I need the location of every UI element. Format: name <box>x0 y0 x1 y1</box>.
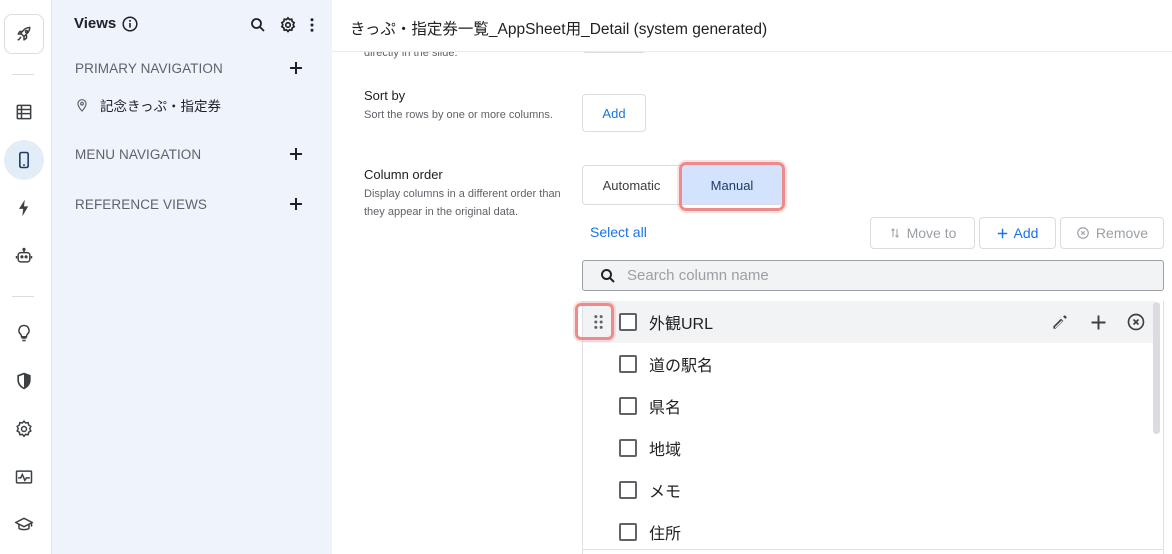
column-order-description: Display columns in a different order tha… <box>364 188 561 218</box>
row-checkbox[interactable] <box>619 397 637 415</box>
row-checkbox[interactable] <box>619 439 637 457</box>
list-divider <box>582 549 1164 550</box>
row-checkbox[interactable] <box>619 523 637 541</box>
add-column-label: Add <box>1013 225 1039 241</box>
page-title: きっぷ・指定券一覧_AppSheet用_Detail (system gener… <box>350 21 768 38</box>
column-row[interactable]: 住所 <box>583 511 1155 553</box>
views-panel: Views PRIMARY NAVIGATION 記念きっぷ・指定券 MENU … <box>52 0 332 554</box>
move-to-button[interactable]: Move to <box>870 217 975 249</box>
main-content: directly in the slide. きっぷ・指定券一覧_AppShee… <box>332 0 1172 554</box>
column-row[interactable]: 外観URL <box>583 301 1155 343</box>
section-reference-views: REFERENCE VIEWS <box>75 197 208 212</box>
appsheet-logo-icon[interactable] <box>4 14 44 54</box>
column-name: 県名 <box>649 400 682 417</box>
column-name: メモ <box>649 484 682 501</box>
section-primary-navigation: PRIMARY NAVIGATION <box>75 61 223 76</box>
location-pin-icon <box>77 99 87 112</box>
row-checkbox[interactable] <box>619 355 637 373</box>
views-icon[interactable] <box>4 140 44 180</box>
remove-circle-icon <box>1077 227 1089 239</box>
column-row[interactable]: 県名 <box>583 385 1155 427</box>
automation-icon[interactable] <box>4 188 44 228</box>
sort-by-label: Sort by <box>364 88 406 103</box>
section-menu-navigation: MENU NAVIGATION <box>75 147 202 162</box>
nav-item-label: 記念きっぷ・指定券 <box>100 99 221 114</box>
column-name: 地域 <box>649 442 682 459</box>
add-sort-button[interactable]: Add <box>582 94 646 132</box>
row-checkbox[interactable] <box>619 481 637 499</box>
column-name: 道の駅名 <box>649 358 714 375</box>
app-window: Views PRIMARY NAVIGATION 記念きっぷ・指定券 MENU … <box>0 0 1172 554</box>
views-title: Views <box>74 15 117 32</box>
move-to-label: Move to <box>906 225 957 241</box>
column-order-toggle: Automatic Manual <box>582 165 784 205</box>
rail-divider <box>12 74 34 75</box>
add-menu-view-button[interactable] <box>286 144 306 164</box>
more-vert-icon[interactable] <box>302 15 322 35</box>
remove-column-button[interactable]: Remove <box>1060 217 1164 249</box>
column-name: 外観URL <box>649 316 714 333</box>
left-rail <box>0 0 52 554</box>
add-reference-view-button[interactable] <box>286 194 306 214</box>
settings-icon[interactable] <box>4 409 44 449</box>
column-search <box>582 260 1164 291</box>
drag-handle-icon[interactable] <box>587 310 609 334</box>
add-icon[interactable] <box>1088 312 1108 332</box>
column-list: 外観URL 道の駅名 県名 地域 メモ 住所 <box>582 301 1164 554</box>
select-all-link[interactable]: Select all <box>590 224 647 240</box>
data-icon[interactable] <box>4 92 44 132</box>
column-name: 住所 <box>649 526 682 543</box>
column-list-scrollbar[interactable] <box>1153 302 1160 434</box>
column-order-label: Column order <box>364 167 443 182</box>
monitor-icon[interactable] <box>4 457 44 497</box>
edit-icon[interactable] <box>1050 312 1070 332</box>
column-row[interactable]: メモ <box>583 469 1155 511</box>
remove-column-label: Remove <box>1095 225 1149 241</box>
column-row[interactable]: 道の駅名 <box>583 343 1155 385</box>
nav-item-view[interactable]: 記念きっぷ・指定券 <box>74 95 221 115</box>
add-column-button[interactable]: Add <box>979 217 1056 249</box>
search-icon <box>599 267 617 285</box>
swap-vert-icon <box>890 228 899 238</box>
top-bar: きっぷ・指定券一覧_AppSheet用_Detail (system gener… <box>332 0 1172 52</box>
sort-by-description: Sort the rows by one or more columns. <box>364 109 553 121</box>
info-icon[interactable] <box>122 16 138 32</box>
manual-option[interactable]: Manual <box>680 165 784 205</box>
column-row[interactable]: 地域 <box>583 427 1155 469</box>
automatic-option[interactable]: Automatic <box>582 165 680 205</box>
plus-icon <box>997 228 1007 238</box>
settings-icon[interactable] <box>278 15 298 35</box>
add-primary-view-button[interactable] <box>286 58 306 78</box>
lightbulb-icon[interactable] <box>4 313 44 353</box>
search-icon[interactable] <box>248 15 268 35</box>
bot-icon[interactable] <box>4 236 44 276</box>
security-icon[interactable] <box>4 361 44 401</box>
row-checkbox[interactable] <box>619 313 637 331</box>
remove-circle-icon[interactable] <box>1126 312 1146 332</box>
learn-icon[interactable] <box>4 505 44 545</box>
search-column-input[interactable] <box>627 264 1147 287</box>
rail-divider <box>12 296 34 297</box>
